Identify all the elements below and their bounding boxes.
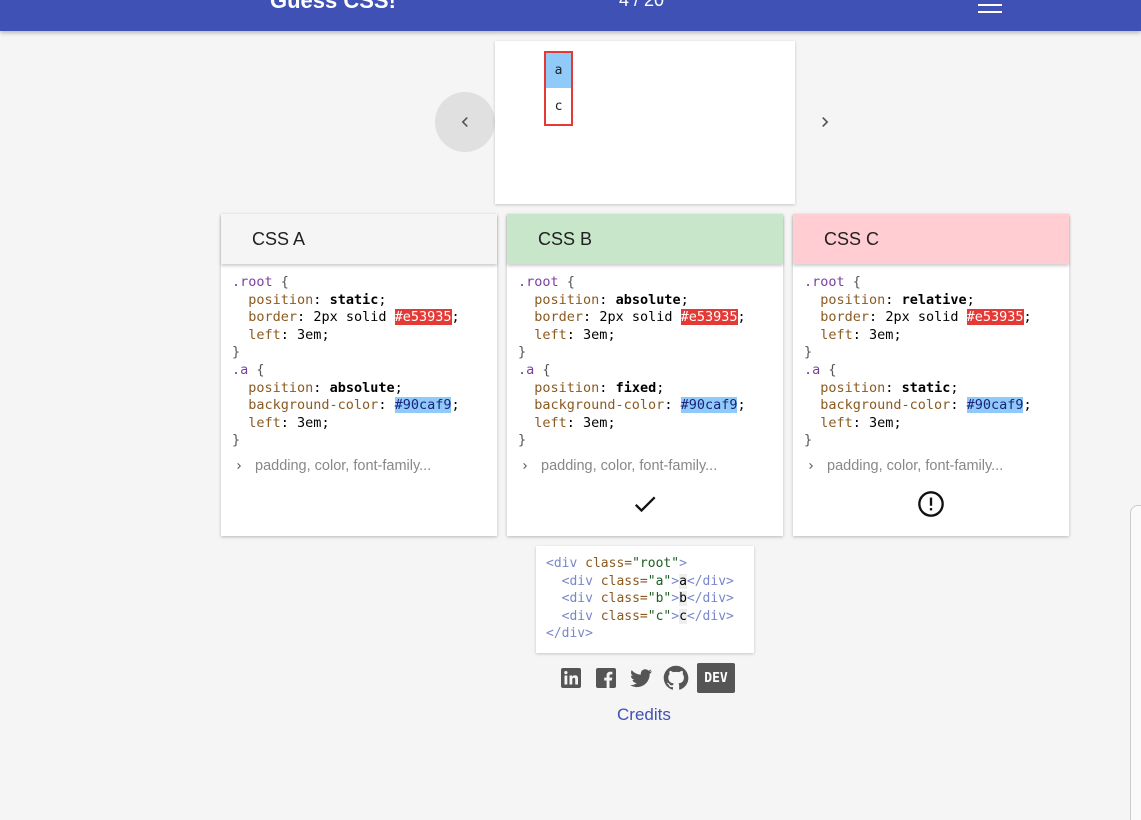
app-bar: Guess CSS! 4 / 20 — [0, 0, 1141, 31]
preview-root: a c — [544, 51, 573, 126]
preview-a: a — [546, 53, 571, 88]
card-header: CSS C — [793, 214, 1069, 264]
expand-more-properties[interactable]: padding, color, font-family... — [507, 458, 783, 474]
chevron-right-icon — [809, 462, 813, 469]
linkedin-icon[interactable] — [557, 664, 585, 692]
checkmark-icon — [631, 490, 659, 518]
chevron-left-icon — [461, 117, 468, 127]
chevron-right-icon — [237, 462, 241, 469]
chevron-right-icon — [523, 462, 527, 469]
previous-button[interactable] — [435, 92, 495, 152]
question-counter: 4 / 20 — [619, 0, 665, 10]
card-header: CSS B — [507, 214, 783, 264]
card-header: CSS A — [221, 214, 497, 264]
preview-c: c — [554, 99, 563, 114]
chevron-right-icon — [822, 117, 829, 127]
github-icon[interactable] — [662, 664, 690, 692]
twitter-icon[interactable] — [627, 664, 655, 692]
dev-icon[interactable]: DEV — [697, 663, 735, 693]
facebook-icon[interactable] — [592, 664, 620, 692]
menu-icon[interactable] — [978, 0, 1002, 13]
css-code: .root { position: relative; border: 2px … — [804, 274, 1032, 449]
credits-link[interactable]: Credits — [617, 705, 671, 725]
css-option-card[interactable]: CSS A .root { position: static; border: 2… — [221, 214, 497, 536]
css-option-card[interactable]: CSS B .root { position: absolute; border:… — [507, 214, 783, 536]
app-title: Guess CSS! — [270, 0, 396, 13]
expand-more-properties[interactable]: padding, color, font-family... — [793, 458, 1069, 474]
side-panel-edge — [1130, 505, 1141, 820]
social-links: DEV — [557, 663, 735, 693]
css-code: .root { position: absolute; border: 2px … — [518, 274, 746, 449]
expand-more-properties[interactable]: padding, color, font-family... — [221, 458, 497, 474]
css-code: .root { position: static; border: 2px so… — [232, 274, 460, 449]
error-circle-icon — [917, 490, 945, 518]
css-option-card[interactable]: CSS C .root { position: relative; border:… — [793, 214, 1069, 536]
preview-panel: a c — [495, 41, 795, 204]
html-snippet: <div class="root"> <div class="a">a</div… — [536, 546, 754, 653]
next-button[interactable] — [795, 92, 855, 152]
